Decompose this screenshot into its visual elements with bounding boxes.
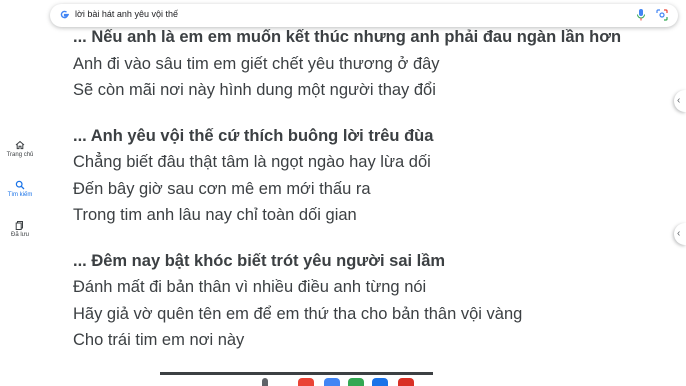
- lyrics-block: ... Nếu anh là em em muốn kết thúc nhưng…: [73, 24, 673, 373]
- search-bar[interactable]: lời bài hát anh yêu vội thế: [50, 4, 678, 27]
- lyric-line: Cho trái tim em nơi này: [73, 331, 245, 349]
- app-icon[interactable]: [262, 378, 268, 386]
- chevron-left-icon: ‹: [677, 228, 681, 239]
- app-icon[interactable]: [398, 378, 414, 386]
- verse-2: ... Anh yêu vội thế cứ thích buông lời t…: [73, 123, 673, 229]
- lyric-line: Chẳng biết đâu thật tâm là ngọt ngào hay…: [73, 153, 431, 171]
- mic-icon[interactable]: [636, 8, 646, 22]
- nav-item-label: Tìm kiếm: [7, 192, 33, 198]
- search-icon: [15, 180, 25, 190]
- verse-1: ... Nếu anh là em em muốn kết thúc nhưng…: [73, 24, 673, 104]
- nav-item-home[interactable]: Trang chủ: [0, 140, 40, 158]
- app-icon[interactable]: [348, 378, 364, 386]
- app-tray: [262, 378, 442, 386]
- lyric-line: Trong tim anh lâu nay chỉ toàn dối gian: [73, 206, 357, 224]
- lyric-line: Anh đi vào sâu tim em giết chết yêu thươ…: [73, 54, 440, 73]
- verse-3: ... Đêm nay bật khóc biết trót yêu người…: [73, 248, 673, 354]
- lyric-line: Hãy giả vờ quên tên em để em thứ tha cho…: [73, 304, 523, 323]
- saved-icon: [15, 221, 23, 230]
- side-panel-tab[interactable]: ‹: [674, 223, 686, 245]
- chevron-left-icon: ‹: [677, 95, 681, 106]
- verse-title: ... Nếu anh là em em muốn kết thúc nhưng…: [73, 28, 622, 46]
- search-input[interactable]: lời bài hát anh yêu vội thế: [75, 9, 178, 19]
- nav-rail: Trang chủ Tìm kiếm Đã lưu: [0, 0, 40, 386]
- nav-item-label: Trang chủ: [6, 152, 34, 158]
- lens-icon[interactable]: [656, 9, 668, 21]
- verse-title: ... Đêm nay bật khóc biết trót yêu người…: [73, 251, 446, 270]
- side-panel-tab[interactable]: ‹: [674, 90, 686, 112]
- nav-item-search[interactable]: Tìm kiếm: [0, 180, 40, 198]
- home-icon: [15, 140, 25, 150]
- lyric-line: Sẽ còn mãi nơi này hình dung một người t…: [73, 81, 436, 99]
- app-icon[interactable]: [372, 378, 388, 386]
- nav-item-saved[interactable]: Đã lưu: [0, 220, 40, 238]
- scroll-indicator: [160, 372, 433, 375]
- app-icon[interactable]: [324, 378, 340, 386]
- google-g-icon: [60, 10, 69, 19]
- lyric-line: Đến bây giờ sau cơn mê em mới thấu ra: [73, 179, 371, 198]
- verse-title: ... Anh yêu vội thế cứ thích buông lời t…: [73, 126, 434, 145]
- lyric-line: Đánh mất đi bản thân vì nhiều điều anh t…: [73, 278, 427, 296]
- app-icon[interactable]: [298, 378, 314, 386]
- nav-item-label: Đã lưu: [10, 232, 30, 238]
